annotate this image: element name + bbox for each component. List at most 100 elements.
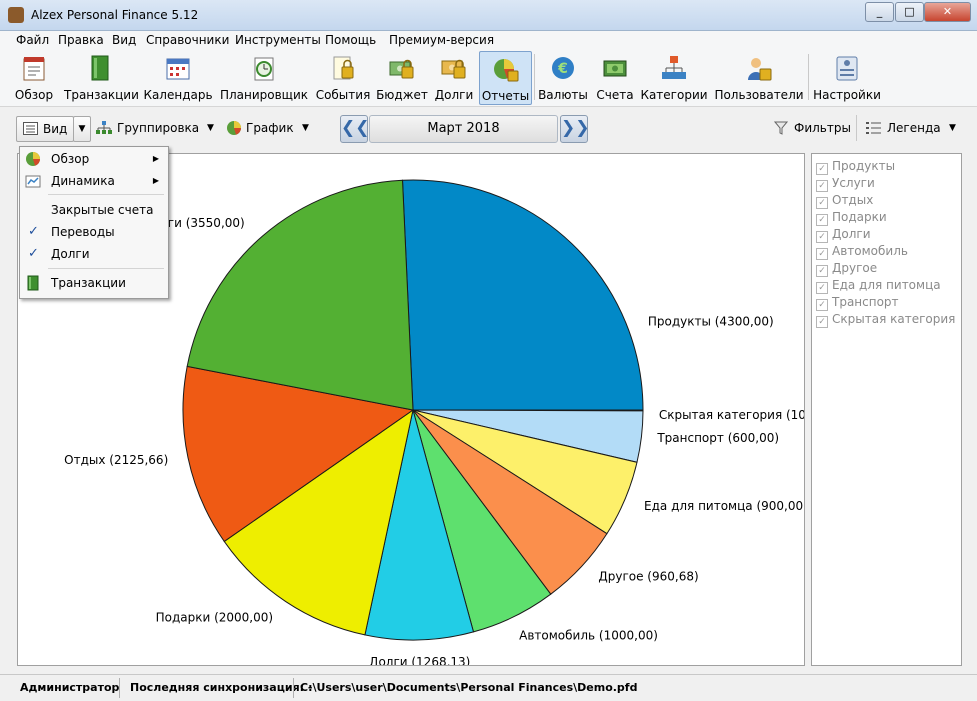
toolbar-transactions-button[interactable]: Транзакции [64, 51, 139, 103]
legend-panel: ✓ Продукты ✓ Услуги ✓ Отдых ✓ Подарки ✓ Долги… [811, 153, 962, 666]
book-icon [27, 275, 39, 291]
legend-item-leisure[interactable]: ✓ Отдых [816, 192, 873, 209]
chart-button[interactable]: График ▼ [226, 116, 316, 140]
legend-checkbox[interactable]: ✓ [816, 265, 828, 277]
legend-checkbox[interactable]: ✓ [816, 282, 828, 294]
legend-checkbox[interactable]: ✓ [816, 163, 828, 175]
toolbar-overview-button[interactable]: Обзор [12, 51, 56, 103]
legend-checkbox[interactable]: ✓ [816, 197, 828, 209]
menu-tools[interactable]: Инструменты [235, 33, 321, 47]
toolbar-settings-button[interactable]: Настройки [813, 51, 881, 103]
settings-icon [836, 56, 858, 81]
debts-icon [441, 59, 466, 79]
overview-icon [23, 57, 45, 81]
toolbar-users-button[interactable]: Пользователи [713, 51, 805, 103]
view-button[interactable]: Вид [16, 116, 74, 142]
submenu-arrow-icon: ▶ [152, 176, 159, 185]
menu-help[interactable]: Помощь [325, 33, 376, 47]
view-button-label: Вид [43, 122, 68, 136]
legend-item-car[interactable]: ✓ Автомобиль [816, 243, 908, 260]
menu-item-debts[interactable]: ✓ Долги [20, 244, 168, 264]
menu-references[interactable]: Справочники [146, 33, 229, 47]
events-icon [333, 56, 354, 80]
toolbar-debts-button[interactable]: Долги [432, 51, 476, 103]
legend-item-products[interactable]: ✓ Продукты [816, 158, 895, 175]
menu-item-transactions[interactable]: Транзакции [20, 273, 168, 293]
legend-item-pet-food[interactable]: ✓ Еда для питомца [816, 277, 941, 294]
svg-text:€: € [557, 61, 568, 77]
legend-checkbox[interactable]: ✓ [816, 231, 828, 243]
toolbar-events-label: События [315, 88, 371, 102]
menu-bar: Файл Правка Вид Справочники Инструменты … [0, 31, 977, 50]
report-toolbar: Вид ▼ Группировка ▼ График ▼ ❮❮ Март 201… [0, 109, 977, 147]
checkmark-icon: ✓ [28, 246, 39, 261]
app-icon [8, 7, 24, 23]
toolbar-accounts-label: Счета [596, 88, 634, 102]
categories-icon [662, 56, 686, 79]
menu-item-dynamics[interactable]: Динамика ▶ [20, 171, 168, 191]
toolbar-accounts-button[interactable]: Счета [594, 51, 636, 103]
pie-slice-label: Отдых (2125,66) [64, 453, 168, 467]
maximize-button[interactable]: □ [895, 2, 924, 22]
toolbar-scheduler-button[interactable]: Планировщик [219, 51, 309, 103]
legend-checkbox[interactable]: ✓ [816, 180, 828, 192]
pie-slice-label: Другое (960,68) [598, 570, 698, 584]
toolbar-settings-label: Настройки [813, 88, 881, 102]
toolbar-categories-button[interactable]: Категории [640, 51, 708, 103]
legend-item-other[interactable]: ✓ Другое [816, 260, 877, 277]
transactions-icon [91, 55, 109, 81]
filters-button[interactable]: Фильтры [774, 116, 851, 140]
view-dropdown-arrow[interactable]: ▼ [73, 116, 91, 142]
status-separator [293, 678, 294, 698]
pie-slice[interactable] [401, 179, 644, 411]
legend-item-debts[interactable]: ✓ Долги [816, 226, 871, 243]
grouping-button[interactable]: Группировка ▼ [96, 116, 221, 140]
toolbar-currencies-label: Валюты [538, 88, 588, 102]
toolbar-events-button[interactable]: События [314, 51, 372, 103]
menu-view[interactable]: Вид [112, 33, 136, 47]
status-separator [119, 678, 120, 698]
legend-checkbox[interactable]: ✓ [816, 214, 828, 226]
menu-item-overview[interactable]: Обзор ▶ [20, 149, 168, 169]
toolbar-calendar-label: Календарь [143, 88, 213, 102]
previous-period-button[interactable]: ❮❮ [340, 115, 370, 143]
pie-chart-icon [227, 121, 241, 135]
menu-premium[interactable]: Премиум-версия [389, 33, 494, 47]
menu-file[interactable]: Файл [16, 33, 49, 47]
status-bar: Администратор Последняя синхронизация: -… [0, 674, 977, 701]
legend-dropdown-arrow: ▼ [949, 123, 956, 133]
toolbar-budget-button[interactable]: Бюджет [376, 51, 428, 103]
window-title: Alzex Personal Finance 5.12 [31, 8, 199, 22]
dynamics-icon [25, 175, 41, 188]
toolbar-currencies-button[interactable]: € Валюты [538, 51, 588, 103]
pie-icon [26, 152, 40, 166]
menu-item-transfers[interactable]: ✓ Переводы [20, 222, 168, 242]
reports-icon [493, 59, 518, 82]
legend-checkbox[interactable]: ✓ [816, 248, 828, 260]
pie-slice-label: Еда для питомца (900,00) [644, 499, 804, 513]
next-period-button[interactable]: ❯❯ [560, 115, 590, 143]
legend-item-services[interactable]: ✓ Услуги [816, 175, 875, 192]
filters-button-label: Фильтры [794, 121, 851, 135]
toolbar-reports-button[interactable]: Отчеты [479, 51, 532, 105]
legend-item-hidden-category[interactable]: ✓ Скрытая категория [816, 311, 955, 328]
toolbar-calendar-button[interactable]: Календарь [142, 51, 214, 103]
close-button[interactable]: ✕ [924, 2, 971, 22]
menu-separator [48, 194, 164, 195]
menu-item-closed-accounts[interactable]: Закрытые счета [20, 200, 168, 220]
legend-checkbox[interactable]: ✓ [816, 316, 828, 328]
legend-item-transport[interactable]: ✓ Транспорт [816, 294, 899, 311]
grouping-dropdown-arrow: ▼ [207, 123, 214, 133]
checkmark-icon: ✓ [28, 224, 39, 239]
minimize-button[interactable]: _ [865, 2, 894, 22]
submenu-arrow-icon: ▶ [152, 154, 159, 163]
view-icon [23, 122, 38, 135]
status-user: Администратор [20, 681, 120, 694]
grouping-icon [96, 121, 112, 134]
period-label[interactable]: Март 2018 [369, 115, 558, 143]
main-toolbar: Обзор Транзакции Календарь Планировщик С… [0, 50, 977, 107]
menu-edit[interactable]: Правка [58, 33, 104, 47]
legend-button[interactable]: Легенда ▼ [866, 116, 962, 140]
legend-checkbox[interactable]: ✓ [816, 299, 828, 311]
legend-item-gifts[interactable]: ✓ Подарки [816, 209, 887, 226]
